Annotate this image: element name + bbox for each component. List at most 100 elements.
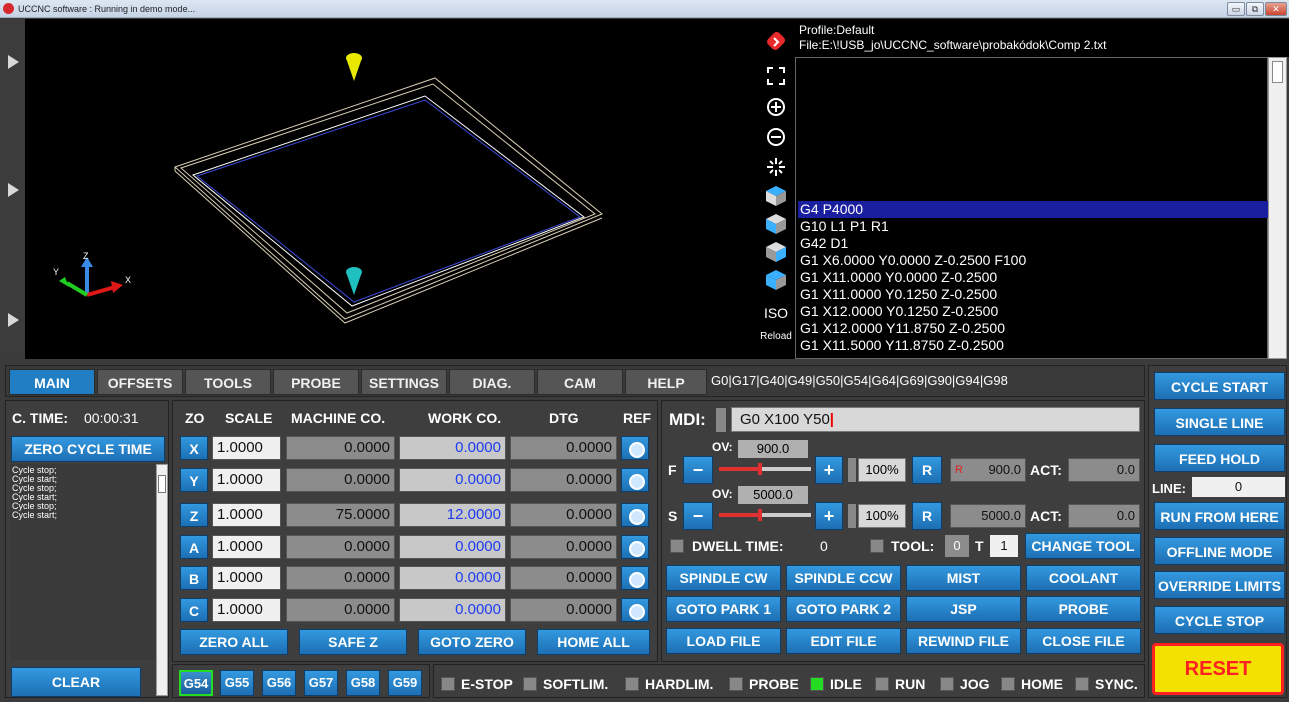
scroll-thumb[interactable]	[1272, 61, 1283, 83]
log-scrollbar[interactable]	[156, 464, 168, 696]
zero-c-button[interactable]: C	[180, 598, 208, 622]
edit-file-button[interactable]: EDIT FILE	[786, 628, 901, 654]
maximize-button[interactable]: ⧉	[1246, 2, 1264, 16]
work-c-field[interactable]: 0.0000	[399, 598, 506, 622]
feed-slider-thumb[interactable]	[758, 463, 763, 475]
work-b-field[interactable]: 0.0000	[399, 566, 506, 590]
minimize-button[interactable]: ▭	[1227, 2, 1245, 16]
feed-reset-button[interactable]: R	[912, 456, 942, 484]
run-from-here-button[interactable]: RUN FROM HERE	[1154, 502, 1285, 530]
probe-button[interactable]: PROBE	[1026, 596, 1141, 622]
gcode-line[interactable]: G1 X11.5000 Y11.8750 Z-0.2500	[798, 337, 1268, 354]
scale-y-field[interactable]: 1.0000	[212, 468, 281, 492]
tool-number-field[interactable]: 1	[990, 535, 1018, 557]
home-all-button[interactable]: HOME ALL	[537, 629, 650, 655]
reload-view-button[interactable]: Reload	[757, 331, 795, 342]
zoom-out-icon[interactable]	[757, 127, 795, 152]
scale-a-field[interactable]: 1.0000	[212, 535, 281, 559]
single-line-button[interactable]: SINGLE LINE	[1154, 408, 1285, 436]
work-y-field[interactable]: 0.0000	[399, 468, 506, 492]
work-x-field[interactable]: 0.0000	[399, 436, 506, 460]
spindle-ccw-button[interactable]: SPINDLE CCW	[786, 565, 901, 591]
zero-a-button[interactable]: A	[180, 535, 208, 559]
gcode-scrollbar[interactable]	[1268, 57, 1287, 359]
home-x-button[interactable]	[621, 436, 649, 460]
feed-increase-button[interactable]: +	[815, 456, 843, 484]
scale-z-field[interactable]: 1.0000	[212, 503, 281, 527]
rewind-file-button[interactable]: REWIND FILE	[906, 628, 1021, 654]
tab-settings[interactable]: SETTINGS	[361, 369, 447, 395]
spindle-increase-button[interactable]: +	[815, 502, 843, 530]
offset-g54-button[interactable]: G54	[179, 670, 213, 696]
expand-arrow-icon[interactable]	[8, 183, 19, 197]
offset-g55-button[interactable]: G55	[220, 670, 254, 696]
scale-b-field[interactable]: 1.0000	[212, 566, 281, 590]
center-view-icon[interactable]	[757, 157, 795, 182]
expand-arrow-icon[interactable]	[8, 313, 19, 327]
gcode-line[interactable]: G4 P4000	[798, 201, 1268, 218]
close-file-button[interactable]: CLOSE FILE	[1026, 628, 1141, 654]
toolpath-viewport[interactable]: Z X Y	[25, 19, 757, 359]
cycle-stop-button[interactable]: CYCLE STOP	[1154, 606, 1285, 634]
goto-park-2-button[interactable]: GOTO PARK 2	[786, 596, 901, 622]
home-z-button[interactable]	[621, 503, 649, 527]
jsp-button[interactable]: JSP	[906, 596, 1021, 622]
scroll-thumb[interactable]	[158, 475, 166, 493]
spindle-override-slider[interactable]	[719, 509, 811, 521]
zero-b-button[interactable]: B	[180, 566, 208, 590]
tab-help[interactable]: HELP	[625, 369, 707, 395]
home-b-button[interactable]	[621, 566, 649, 590]
gcode-line[interactable]: G1 X12.0000 Y11.8750 Z-0.2500	[798, 320, 1268, 337]
goto-park-1-button[interactable]: GOTO PARK 1	[666, 596, 781, 622]
work-a-field[interactable]: 0.0000	[399, 535, 506, 559]
mist-button[interactable]: MIST	[906, 565, 1021, 591]
tab-cam[interactable]: CAM	[537, 369, 623, 395]
gcode-line[interactable]: G42 D1	[798, 235, 1268, 252]
gcode-listing[interactable]: G4 P4000 G10 L1 P1 R1 G42 D1 G1 X6.0000 …	[795, 57, 1268, 359]
iso-view-button[interactable]: ISO	[757, 305, 795, 321]
gcode-line[interactable]: G1 X11.0000 Y0.1250 Z-0.2500	[798, 286, 1268, 303]
tab-tools[interactable]: TOOLS	[185, 369, 271, 395]
tab-main[interactable]: MAIN	[9, 369, 95, 395]
spindle-reset-button[interactable]: R	[912, 502, 942, 530]
offset-g57-button[interactable]: G57	[304, 670, 338, 696]
zoom-in-icon[interactable]	[757, 97, 795, 122]
zero-cycle-time-button[interactable]: ZERO CYCLE TIME	[11, 436, 165, 462]
tool-checkbox[interactable]	[870, 539, 884, 553]
goto-zero-button[interactable]: GOTO ZERO	[418, 629, 526, 655]
tab-probe[interactable]: PROBE	[273, 369, 359, 395]
gcode-line[interactable]: G1 X11.0000 Y0.0000 Z-0.2500	[798, 269, 1268, 286]
load-file-button[interactable]: LOAD FILE	[666, 628, 781, 654]
zero-all-button[interactable]: ZERO ALL	[180, 629, 288, 655]
zero-z-button[interactable]: Z	[180, 503, 208, 527]
gcode-line[interactable]: G1 X6.0000 Y0.0000 Z-0.2500 F100	[798, 252, 1268, 269]
work-z-field[interactable]: 12.0000	[399, 503, 506, 527]
spindle-slider-thumb[interactable]	[758, 509, 763, 521]
offset-g59-button[interactable]: G59	[388, 670, 422, 696]
fit-view-icon[interactable]	[757, 67, 795, 90]
zero-y-button[interactable]: Y	[180, 468, 208, 492]
view-side-cube-icon[interactable]	[757, 269, 795, 296]
override-limits-button[interactable]: OVERRIDE LIMITS	[1154, 571, 1285, 599]
cycle-start-button[interactable]: CYCLE START	[1154, 372, 1285, 400]
dwell-checkbox[interactable]	[670, 539, 684, 553]
feed-override-slider[interactable]	[719, 463, 811, 475]
view-top-cube-icon[interactable]	[757, 185, 795, 212]
expand-arrow-icon[interactable]	[8, 55, 19, 69]
safe-z-button[interactable]: SAFE Z	[299, 629, 407, 655]
home-a-button[interactable]	[621, 535, 649, 559]
clear-log-button[interactable]: CLEAR	[11, 667, 141, 697]
home-c-button[interactable]	[621, 598, 649, 622]
coolant-button[interactable]: COOLANT	[1026, 565, 1141, 591]
tab-diag[interactable]: DIAG.	[449, 369, 535, 395]
feed-hold-button[interactable]: FEED HOLD	[1154, 444, 1285, 472]
mdi-input[interactable]: G0 X100 Y50|	[731, 407, 1140, 432]
spindle-cw-button[interactable]: SPINDLE CW	[666, 565, 781, 591]
home-y-button[interactable]	[621, 468, 649, 492]
scale-x-field[interactable]: 1.0000	[212, 436, 281, 460]
gcode-line[interactable]: G10 L1 P1 R1	[798, 218, 1268, 235]
tab-offsets[interactable]: OFFSETS	[97, 369, 183, 395]
scale-c-field[interactable]: 1.0000	[212, 598, 281, 622]
offset-g58-button[interactable]: G58	[346, 670, 380, 696]
feed-decrease-button[interactable]: −	[683, 456, 713, 484]
